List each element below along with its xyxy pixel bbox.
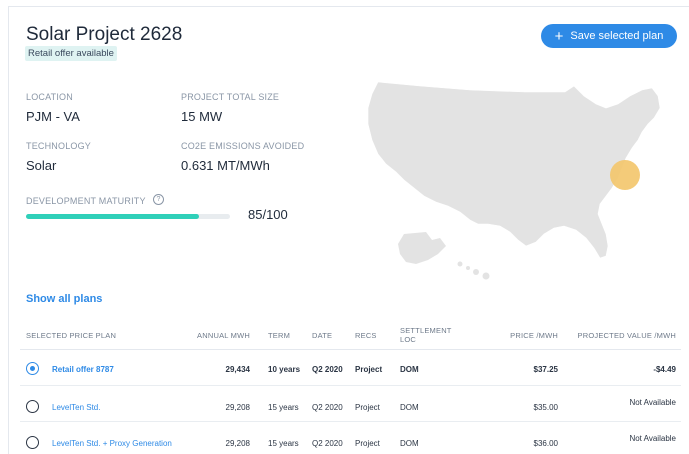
header-annual-mwh: ANNUAL MWH xyxy=(197,331,250,340)
header-projected-value: PROJECTED VALUE /MWH xyxy=(577,331,676,340)
price: $37.25 xyxy=(533,365,558,374)
location-value: PJM - VA xyxy=(26,109,80,124)
emissions-value: 0.631 MT/MWh xyxy=(181,158,270,173)
price: $36.00 xyxy=(533,439,558,448)
maturity-score: 85/100 xyxy=(248,207,288,222)
alaska xyxy=(398,232,446,264)
table-row[interactable]: LevelTen Std. 29,208 15 years Q2 2020 Pr… xyxy=(20,386,681,422)
us-map xyxy=(367,81,661,280)
recs: Project xyxy=(355,403,380,412)
radio-unselected-icon[interactable] xyxy=(26,400,39,413)
price: $35.00 xyxy=(533,403,558,412)
show-all-plans-link[interactable]: Show all plans xyxy=(26,293,102,305)
plan-name[interactable]: Retail offer 8787 xyxy=(52,365,114,374)
project-size-value: 15 MW xyxy=(181,109,223,124)
plan-name[interactable]: LevelTen Std. + Proxy Generation xyxy=(52,439,172,448)
table-row[interactable]: Retail offer 8787 29,434 10 years Q2 202… xyxy=(20,350,681,386)
development-maturity-label: DEVELOPMENT MATURITY xyxy=(26,196,146,206)
annual-mwh: 29,434 xyxy=(225,365,250,374)
term: 10 years xyxy=(268,365,301,374)
header-recs: RECS xyxy=(355,331,377,340)
settlement-loc: DOM xyxy=(400,439,419,448)
radio-selected-icon[interactable] xyxy=(26,362,39,375)
plan-name[interactable]: LevelTen Std. xyxy=(52,403,100,412)
term: 15 years xyxy=(268,403,299,412)
header-settlement-loc: SETTLEMENT LOC xyxy=(400,326,452,344)
recs: Project xyxy=(355,439,380,448)
date: Q2 2020 xyxy=(312,365,343,374)
info-icon[interactable]: ? xyxy=(153,194,164,205)
settlement-loc: DOM xyxy=(400,365,419,374)
technology-value: Solar xyxy=(26,158,57,173)
term: 15 years xyxy=(268,439,299,448)
header-plan: SELECTED PRICE PLAN xyxy=(26,331,117,340)
projected-value: Not Available xyxy=(629,434,676,443)
header-price: PRICE /MWH xyxy=(510,331,558,340)
maturity-progress-fill xyxy=(26,214,200,219)
maturity-progress-bar xyxy=(26,214,230,219)
plus-icon: + xyxy=(554,27,564,45)
location-label: LOCATION xyxy=(26,92,73,102)
project-title: Solar Project 2628 xyxy=(26,24,183,45)
project-location-marker xyxy=(610,160,640,190)
projected-value: -$4.49 xyxy=(653,365,676,374)
emissions-label: CO2E EMISSIONS AVOIDED xyxy=(181,141,305,151)
header-date: DATE xyxy=(312,331,333,340)
table-header: SELECTED PRICE PLAN ANNUAL MWH TERM DATE… xyxy=(20,318,681,350)
save-selected-plan-button[interactable]: + Save selected plan xyxy=(541,24,677,48)
table-row[interactable]: LevelTen Std. + Proxy Generation 29,208 … xyxy=(20,422,681,454)
annual-mwh: 29,208 xyxy=(225,403,250,412)
hawaii xyxy=(457,261,490,280)
projected-value: Not Available xyxy=(629,398,676,407)
project-size-label: PROJECT TOTAL SIZE xyxy=(181,92,280,102)
header-term: TERM xyxy=(268,331,291,340)
retail-offer-badge: Retail offer available xyxy=(25,46,117,61)
technology-label: TECHNOLOGY xyxy=(26,141,92,151)
recs: Project xyxy=(355,365,383,374)
radio-unselected-icon[interactable] xyxy=(26,436,39,449)
date: Q2 2020 xyxy=(312,403,343,412)
settlement-loc: DOM xyxy=(400,403,419,412)
save-button-label: Save selected plan xyxy=(570,30,664,42)
date: Q2 2020 xyxy=(312,439,343,448)
annual-mwh: 29,208 xyxy=(225,439,250,448)
